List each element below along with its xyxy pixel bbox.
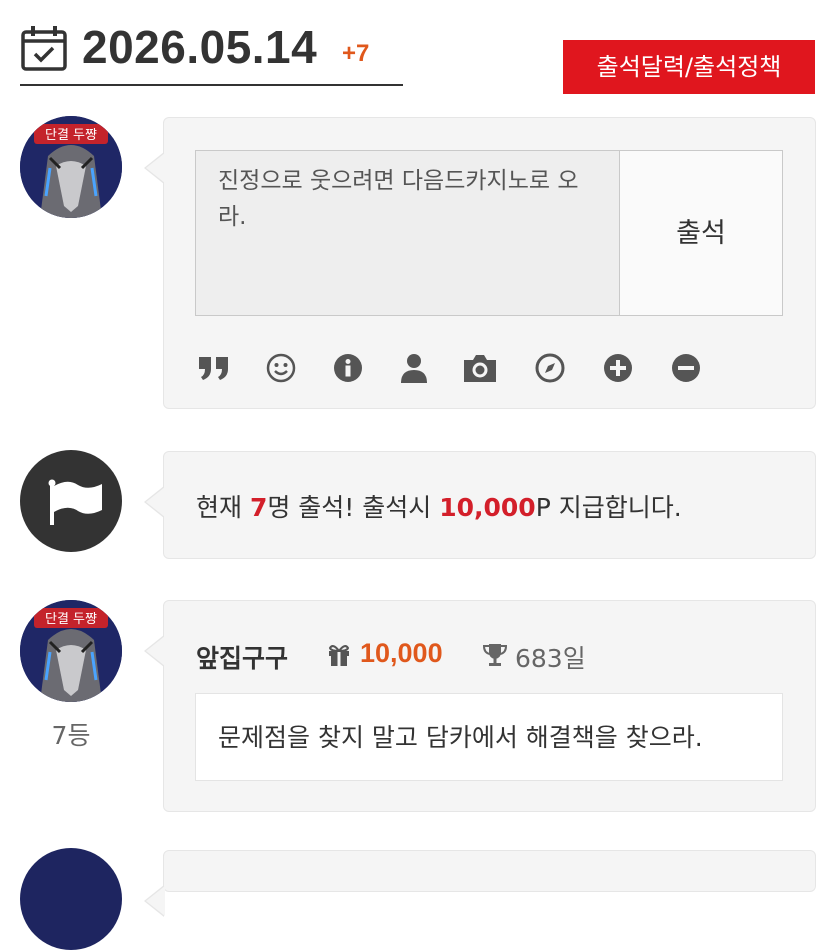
calendar-check-icon <box>21 26 67 71</box>
attendee-increment: +7 <box>342 40 370 67</box>
username[interactable]: 앞집구구 <box>196 639 288 675</box>
user-icon[interactable] <box>396 350 432 386</box>
smiley-icon[interactable] <box>263 350 299 386</box>
attendee-count: 7 <box>249 493 268 522</box>
info-icon[interactable] <box>330 350 366 386</box>
notice-middle: 명 출석! 출석시 <box>267 493 440 522</box>
camera-icon[interactable] <box>462 350 498 386</box>
svg-text:단결 두쨩: 단결 두쨩 <box>45 612 97 627</box>
greeting-text-line2: 라. <box>218 204 247 230</box>
notice-prefix: 현재 <box>196 493 250 522</box>
notice-suffix: P 지급합니다. <box>535 493 682 522</box>
attendance-notice: 현재 7명 출석! 출석시 10,000P 지급합니다. <box>196 488 682 524</box>
attendance-composer-card: 진정으로 웃으려면 다음드카지노로 오 라. 출석 <box>144 117 816 409</box>
attendance-notice-card: 현재 7명 출석! 출석시 10,000P 지급합니다. <box>144 451 816 559</box>
entry-points: 10,000 <box>360 638 443 668</box>
greeting-input[interactable]: 진정으로 웃으려면 다음드카지노로 오 라. <box>195 150 620 316</box>
attendance-date: 2026.05.14 <box>82 21 318 73</box>
flag-icon <box>48 479 102 525</box>
attendance-entry: 앞집구구 10,000 683일 문제점을 찾지 말고 담카에서 해결책을 찾으… <box>144 600 816 812</box>
flag-avatar <box>20 450 122 552</box>
avatar: 단결 두쨩 <box>20 116 122 218</box>
minus-circle-icon[interactable] <box>668 350 704 386</box>
avatar: 단결 두쨩 <box>20 600 122 702</box>
plus-circle-icon[interactable] <box>600 350 636 386</box>
trophy-icon <box>482 644 508 666</box>
greeting-text-line1: 진정으로 웃으려면 다음드카지노로 오 <box>218 168 579 194</box>
attendance-rank: 7등 <box>51 721 91 750</box>
quote-icon[interactable] <box>196 350 232 386</box>
date-header: 2026.05.14 +7 <box>20 18 403 86</box>
entry-comment: 문제점을 찾지 말고 담카에서 해결책을 찾으라. <box>195 693 783 781</box>
gift-icon <box>328 645 350 666</box>
attendance-policy-button[interactable]: 출석달력/출석정책 <box>563 40 815 94</box>
reward-points: 10,000 <box>439 493 536 522</box>
compass-icon[interactable] <box>532 350 568 386</box>
avatar <box>20 848 122 950</box>
attend-submit-button[interactable]: 출석 <box>620 150 783 316</box>
attendance-days: 683일 <box>515 644 586 673</box>
svg-text:단결 두쨩: 단결 두쨩 <box>45 128 97 143</box>
attendance-entry <box>144 850 816 917</box>
